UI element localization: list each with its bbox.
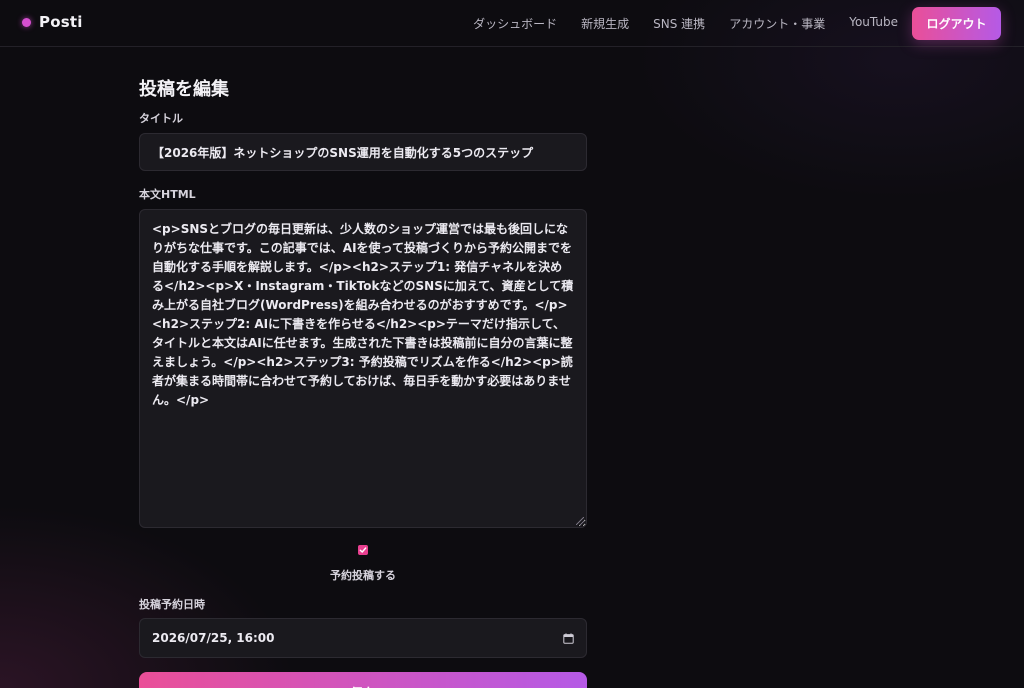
datetime-value: 2026/07/25, 16:00 — [152, 631, 275, 645]
top-header: Posti ダッシュボード 新規生成 SNS 連携 アカウント・事業 YouTu… — [0, 0, 1024, 47]
schedule-checkbox-label[interactable]: 予約投稿する — [139, 567, 587, 583]
nav-account-business[interactable]: アカウント・事業 — [729, 15, 825, 32]
calendar-icon[interactable] — [563, 632, 574, 644]
nav-new-generate[interactable]: 新規生成 — [581, 15, 629, 32]
checkmark-icon — [359, 547, 367, 553]
nav-sns-connect[interactable]: SNS 連携 — [653, 15, 705, 32]
nav-youtube[interactable]: YouTube — [849, 15, 898, 32]
edit-post-form: 投稿を編集 タイトル 本文HTML <p>SNSとブログの毎日更新は、少人数のシ… — [139, 78, 587, 688]
brand-name: Posti — [39, 13, 83, 31]
page-title: 投稿を編集 — [139, 79, 229, 100]
brand-logo[interactable]: Posti — [22, 13, 83, 31]
title-input[interactable] — [139, 133, 587, 171]
body-html-label: 本文HTML — [139, 188, 196, 201]
body-textarea-wrap: <p>SNSとブログの毎日更新は、少人数のショップ運営では最も後回しになりがちな… — [139, 209, 587, 528]
title-label: タイトル — [139, 112, 183, 125]
schedule-checkbox[interactable] — [358, 545, 368, 555]
datetime-input[interactable]: 2026/07/25, 16:00 — [139, 618, 587, 658]
datetime-label: 投稿予約日時 — [139, 598, 205, 611]
resize-handle-icon[interactable] — [576, 517, 584, 525]
logout-button[interactable]: ログアウト — [912, 7, 1001, 40]
brand-dot-icon — [22, 17, 31, 27]
body-html-textarea[interactable]: <p>SNSとブログの毎日更新は、少人数のショップ運営では最も後回しになりがちな… — [139, 209, 587, 528]
save-button[interactable]: 保存 — [139, 672, 587, 688]
main-nav: ダッシュボード 新規生成 SNS 連携 アカウント・事業 YouTube — [473, 15, 898, 32]
nav-dashboard[interactable]: ダッシュボード — [473, 15, 557, 32]
